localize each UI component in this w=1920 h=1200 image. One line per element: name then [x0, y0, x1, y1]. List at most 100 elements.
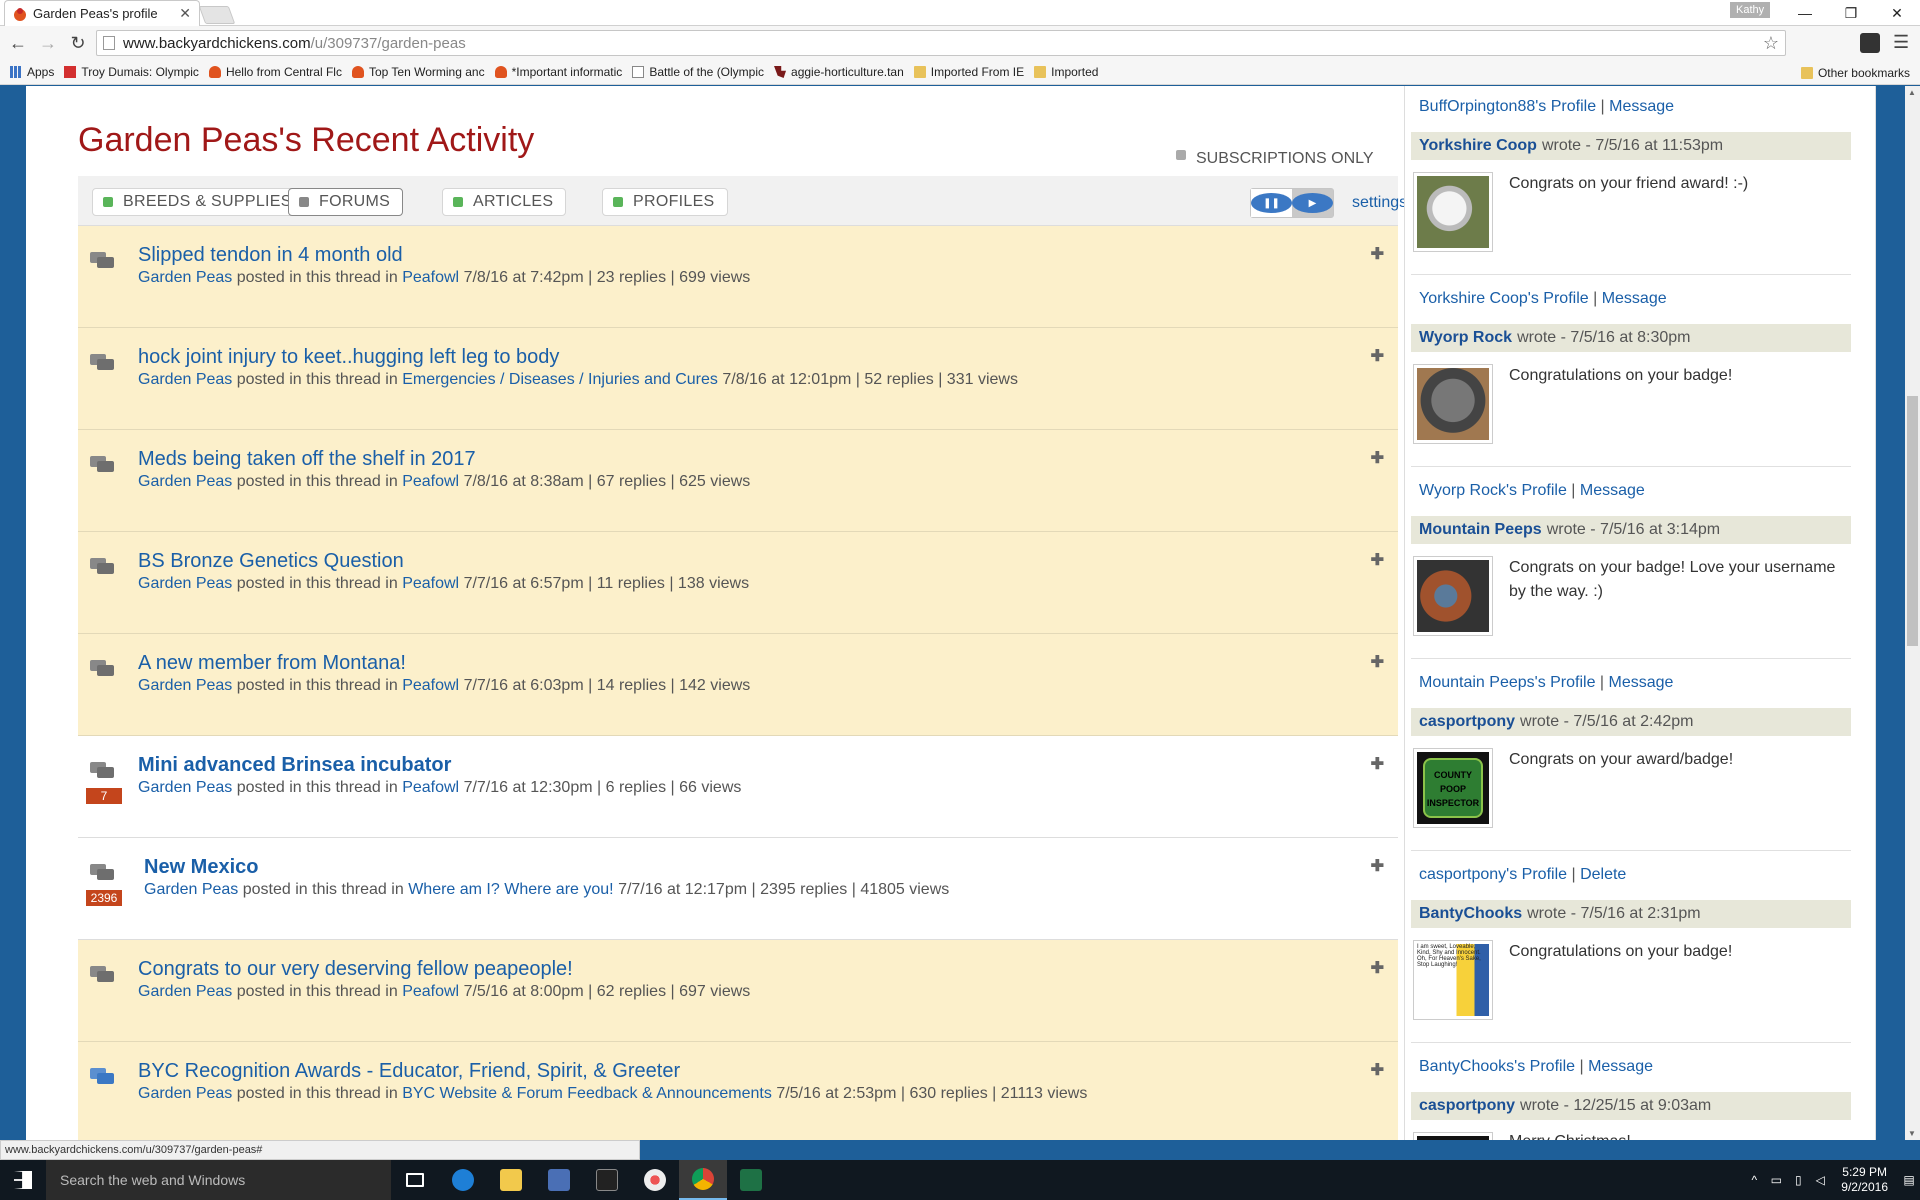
- profile-name-badge[interactable]: Kathy: [1730, 2, 1771, 18]
- message-link[interactable]: Message: [1588, 1058, 1653, 1075]
- terminal-taskbar-button[interactable]: [583, 1160, 631, 1200]
- avatar[interactable]: [1413, 1132, 1493, 1140]
- expand-plus-icon[interactable]: ✚: [1371, 1060, 1384, 1080]
- comment-author-link[interactable]: casportpony: [1419, 1097, 1515, 1115]
- profile-link[interactable]: casportpony's Profile: [1419, 866, 1567, 883]
- bookmark-item[interactable]: *Important informatic: [494, 65, 622, 79]
- expand-plus-icon[interactable]: ✚: [1371, 958, 1384, 978]
- user-link[interactable]: Garden Peas: [138, 779, 232, 796]
- user-link[interactable]: Garden Peas: [144, 881, 238, 898]
- bookmark-folder[interactable]: Imported: [1034, 65, 1098, 79]
- start-button[interactable]: [0, 1160, 46, 1200]
- comment-author-link[interactable]: BantyChooks: [1419, 905, 1522, 923]
- avatar[interactable]: I am sweet, Loveable, Kind, Shy and Inno…: [1413, 940, 1493, 1020]
- message-link[interactable]: Message: [1609, 674, 1674, 691]
- forward-arrow-icon[interactable]: →: [36, 31, 60, 55]
- bookmark-folder[interactable]: Imported From IE: [913, 65, 1024, 79]
- subscriptions-only-toggle[interactable]: SUBSCRIPTIONS ONLY: [1176, 150, 1374, 168]
- delete-link[interactable]: Delete: [1580, 866, 1626, 883]
- bookmark-apps[interactable]: Apps: [10, 65, 54, 79]
- comment-author-link[interactable]: casportpony: [1419, 713, 1515, 731]
- scroll-up-arrow-icon[interactable]: ▲: [1908, 88, 1916, 97]
- user-link[interactable]: Garden Peas: [138, 983, 232, 1000]
- network-icon[interactable]: ▭: [1765, 1173, 1787, 1187]
- expand-plus-icon[interactable]: ✚: [1371, 244, 1384, 264]
- task-view-button[interactable]: [391, 1160, 439, 1200]
- thread-title-link[interactable]: Slipped tendon in 4 month old: [138, 244, 403, 267]
- paint-taskbar-button[interactable]: [631, 1160, 679, 1200]
- expand-plus-icon[interactable]: ✚: [1371, 856, 1384, 876]
- chrome-menu-icon[interactable]: ☰: [1893, 32, 1909, 53]
- forum-link[interactable]: Where am I? Where are you!: [408, 881, 613, 898]
- filter-breeds-supplies[interactable]: BREEDS & SUPPLIES: [92, 188, 305, 216]
- filter-forums[interactable]: FORUMS: [288, 188, 404, 216]
- forum-link[interactable]: Peafowl: [402, 677, 459, 694]
- taskbar-search[interactable]: Search the web and Windows: [46, 1160, 391, 1200]
- expand-plus-icon[interactable]: ✚: [1371, 448, 1384, 468]
- file-explorer-taskbar-button[interactable]: [487, 1160, 535, 1200]
- store-taskbar-button[interactable]: [535, 1160, 583, 1200]
- browser-tab[interactable]: Garden Peas's profile ✕: [4, 0, 200, 26]
- battery-icon[interactable]: ▯: [1787, 1173, 1809, 1187]
- user-link[interactable]: Garden Peas: [138, 371, 232, 388]
- comment-author-link[interactable]: Yorkshire Coop: [1419, 137, 1537, 155]
- checkbox-icon[interactable]: [1176, 150, 1186, 160]
- tab-close-icon[interactable]: ✕: [179, 5, 191, 22]
- address-bar[interactable]: www.backyardchickens.com/u/309737/garden…: [96, 30, 1786, 56]
- settings-link[interactable]: settings: [1352, 194, 1407, 212]
- scrollbar-thumb[interactable]: [1907, 396, 1918, 646]
- profile-link[interactable]: BuffOrpington88's Profile: [1419, 98, 1596, 115]
- message-link[interactable]: Message: [1580, 482, 1645, 499]
- forum-link[interactable]: Peafowl: [402, 473, 459, 490]
- expand-plus-icon[interactable]: ✚: [1371, 550, 1384, 570]
- thread-title-link[interactable]: Congrats to our very deserving fellow pe…: [138, 958, 573, 981]
- bookmark-star-icon[interactable]: ☆: [1763, 33, 1779, 54]
- comment-author-link[interactable]: Mountain Peeps: [1419, 521, 1542, 539]
- bookmark-item[interactable]: Troy Dumais: Olympic: [64, 65, 199, 79]
- extension-icon[interactable]: [1860, 33, 1880, 53]
- profile-link[interactable]: Yorkshire Coop's Profile: [1419, 290, 1589, 307]
- pause-button[interactable]: ❚❚: [1251, 189, 1292, 217]
- expand-plus-icon[interactable]: ✚: [1371, 346, 1384, 366]
- forum-link[interactable]: Peafowl: [402, 575, 459, 592]
- notifications-icon[interactable]: ▤: [1898, 1173, 1920, 1187]
- filter-articles[interactable]: ARTICLES: [442, 188, 567, 216]
- vertical-scrollbar[interactable]: ▲ ▼: [1905, 86, 1920, 1140]
- thread-title-link[interactable]: BYC Recognition Awards - Educator, Frien…: [138, 1060, 680, 1083]
- forum-link[interactable]: Peafowl: [402, 983, 459, 1000]
- user-link[interactable]: Garden Peas: [138, 575, 232, 592]
- avatar[interactable]: [1413, 364, 1493, 444]
- profile-link[interactable]: Mountain Peeps's Profile: [1419, 674, 1595, 691]
- thread-title-link[interactable]: Meds being taken off the shelf in 2017: [138, 448, 476, 471]
- user-link[interactable]: Garden Peas: [138, 1085, 232, 1102]
- bookmark-item[interactable]: Battle of the (Olympic: [632, 65, 764, 79]
- other-bookmarks[interactable]: Other bookmarks: [1800, 66, 1910, 80]
- message-link[interactable]: Message: [1602, 290, 1667, 307]
- restore-icon[interactable]: ❐: [1828, 0, 1874, 26]
- new-tab-button[interactable]: [198, 6, 236, 24]
- message-link[interactable]: Message: [1609, 98, 1674, 115]
- chevron-up-icon[interactable]: ^: [1743, 1173, 1765, 1187]
- minimize-icon[interactable]: —: [1782, 0, 1828, 26]
- avatar[interactable]: COUNTY POOP INSPECTOR: [1413, 748, 1493, 828]
- profile-link[interactable]: Wyorp Rock's Profile: [1419, 482, 1567, 499]
- thread-title-link[interactable]: BS Bronze Genetics Question: [138, 550, 404, 573]
- play-button[interactable]: ▶: [1292, 189, 1333, 217]
- thread-title-link[interactable]: A new member from Montana!: [138, 652, 406, 675]
- forum-link[interactable]: Emergencies / Diseases / Injuries and Cu…: [402, 371, 718, 388]
- thread-title-link[interactable]: Mini advanced Brinsea incubator: [138, 754, 451, 777]
- thread-title-link[interactable]: New Mexico: [144, 856, 258, 879]
- bookmark-item[interactable]: Hello from Central Flc: [208, 65, 342, 79]
- close-window-icon[interactable]: ✕: [1874, 0, 1920, 26]
- user-link[interactable]: Garden Peas: [138, 677, 232, 694]
- bookmark-item[interactable]: aggie-horticulture.tan: [774, 65, 904, 79]
- scroll-down-arrow-icon[interactable]: ▼: [1908, 1129, 1916, 1138]
- profile-link[interactable]: BantyChooks's Profile: [1419, 1058, 1575, 1075]
- user-link[interactable]: Garden Peas: [138, 269, 232, 286]
- forum-link[interactable]: Peafowl: [402, 779, 459, 796]
- forum-link[interactable]: BYC Website & Forum Feedback & Announcem…: [402, 1085, 772, 1102]
- filter-profiles[interactable]: PROFILES: [602, 188, 728, 216]
- comment-author-link[interactable]: Wyorp Rock: [1419, 329, 1512, 347]
- user-link[interactable]: Garden Peas: [138, 473, 232, 490]
- excel-taskbar-button[interactable]: [727, 1160, 775, 1200]
